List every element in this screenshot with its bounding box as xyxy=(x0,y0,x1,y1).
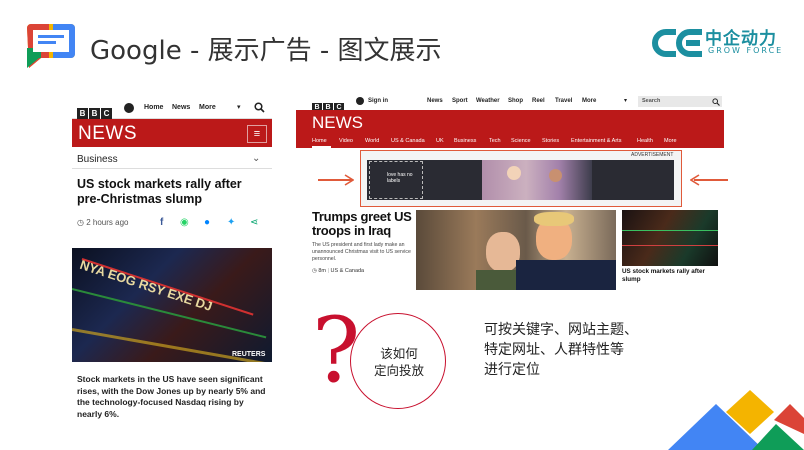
news-banner: NEWS ≡ xyxy=(72,119,272,147)
question-text: 该如何 定向投放 xyxy=(363,345,435,379)
hair xyxy=(534,212,574,226)
question-line: 定向投放 xyxy=(373,363,424,378)
ad-label: ADVERTISEMENT xyxy=(631,152,674,158)
subnav-us-canada[interactable]: US & Canada xyxy=(391,138,425,144)
subnav-health[interactable]: Health xyxy=(637,138,653,144)
clock-icon: ◷ xyxy=(312,268,317,274)
nav-news[interactable]: News xyxy=(427,98,443,104)
question-line: 该如何 xyxy=(380,346,418,361)
subnav-home[interactable]: Home xyxy=(312,138,327,144)
subnav-tech[interactable]: Tech xyxy=(489,138,501,144)
brand-logo-icon xyxy=(652,29,702,57)
twitter-icon[interactable]: ✦ xyxy=(227,217,235,228)
clock-icon: ◷ xyxy=(77,218,84,227)
desktop-news-mockup: BBC Sign in News Sport Weather Shop Reel… xyxy=(296,92,724,292)
ad-text: love has no labels xyxy=(387,172,413,184)
search-icon[interactable] xyxy=(254,102,265,113)
child-face xyxy=(507,166,521,180)
news-wordmark[interactable]: NEWS xyxy=(312,113,363,133)
subnav-science[interactable]: Science xyxy=(511,138,531,144)
subnav-stories[interactable]: Stories xyxy=(542,138,559,144)
facebook-icon[interactable]: f xyxy=(160,217,163,228)
signin-link[interactable]: Sign in xyxy=(368,98,388,104)
nav-sport[interactable]: Sport xyxy=(452,98,468,104)
mobile-nav-more[interactable]: More xyxy=(199,104,216,111)
subnav-uk[interactable]: UK xyxy=(436,138,444,144)
mobile-news-mockup: BBC Home News More ▾ NEWS ≡ Business ⌄ U… xyxy=(72,98,272,428)
person-face xyxy=(486,232,520,272)
photo-credit: REUTERS xyxy=(232,351,266,358)
news-banner: NEWS Home Video World US & Canada UK Bus… xyxy=(296,110,724,148)
nav-weather[interactable]: Weather xyxy=(476,98,500,104)
subnav-more[interactable]: More xyxy=(664,138,677,144)
nav-more[interactable]: More xyxy=(582,98,596,104)
nav-shop[interactable]: Shop xyxy=(508,98,523,104)
whatsapp-icon[interactable]: ◉ xyxy=(180,217,189,228)
subnav-world[interactable]: World xyxy=(365,138,379,144)
targeting-line: 特定网址、人群特性等 xyxy=(484,342,624,358)
divider xyxy=(72,168,272,169)
account-icon[interactable] xyxy=(356,97,364,105)
google-ads-icon xyxy=(27,24,75,68)
search-input[interactable]: Search xyxy=(638,96,722,107)
brand-name-en: GROW FORCE xyxy=(708,46,784,55)
slide-title: Google - 展示广告 - 图文展示 xyxy=(90,36,442,66)
ad-banner[interactable]: love has no labels xyxy=(367,160,674,200)
targeting-description: 可按关键字、网站主题、 特定网址、人群特性等 进行定位 xyxy=(484,320,674,380)
menu-icon[interactable]: ≡ xyxy=(247,125,267,143)
desktop-top-bar: BBC Sign in News Sport Weather Shop Reel… xyxy=(296,92,724,113)
time-label: 2 hours ago xyxy=(86,218,129,227)
targeting-line: 进行定位 xyxy=(484,362,540,378)
top-story-photo[interactable] xyxy=(416,210,616,290)
top-story-meta: ◷ 8m | US & Canada xyxy=(312,268,365,274)
bbc-letter: B xyxy=(77,108,88,119)
stock-ticker-photo: NYA EOG RSY EXE DJ REUTERS xyxy=(72,248,272,362)
arrow-left-icon xyxy=(690,174,700,186)
section-label[interactable]: Business xyxy=(77,154,118,165)
mobile-nav-news[interactable]: News xyxy=(172,104,190,111)
subnav-entertainment[interactable]: Entertainment & Arts xyxy=(571,138,621,144)
search-placeholder: Search xyxy=(642,98,661,104)
top-story-summary: The US president and first lady make an … xyxy=(312,242,411,262)
bbc-letter: C xyxy=(101,108,112,119)
article-headline[interactable]: US stock markets rally after pre-Christm… xyxy=(77,177,267,207)
dropdown-icon[interactable]: ▾ xyxy=(624,97,627,104)
meta-time: 8m xyxy=(318,268,326,274)
uniform xyxy=(476,270,516,290)
child-face xyxy=(549,169,562,182)
targeting-line: 可按关键字、网站主题、 xyxy=(484,322,638,338)
article-body: Stock markets in the US have seen signif… xyxy=(77,374,266,419)
dropdown-icon[interactable]: ▾ xyxy=(237,103,241,111)
search-icon[interactable] xyxy=(712,98,720,106)
ad-photo xyxy=(482,160,592,200)
ad-slot-highlight: ADVERTISEMENT love has no labels xyxy=(360,150,682,207)
meta-section[interactable]: US & Canada xyxy=(330,268,364,274)
side-story-caption[interactable]: US stock markets rally after slump xyxy=(622,268,722,284)
news-wordmark[interactable]: NEWS xyxy=(78,123,137,145)
active-tab-indicator xyxy=(312,146,331,148)
suit xyxy=(516,260,616,290)
chevron-down-icon[interactable]: ⌄ xyxy=(252,153,260,164)
messenger-icon[interactable]: ● xyxy=(204,217,210,228)
top-story-headline[interactable]: Trumps greet US troops in Iraq xyxy=(312,210,412,238)
share-icon[interactable]: ⋖ xyxy=(250,217,258,228)
side-story-photo[interactable] xyxy=(622,210,718,266)
subnav-video[interactable]: Video xyxy=(339,138,353,144)
mobile-nav-home[interactable]: Home xyxy=(144,104,163,111)
nav-travel[interactable]: Travel xyxy=(555,98,572,104)
account-icon[interactable] xyxy=(124,103,134,113)
arrow-right-icon xyxy=(344,174,354,186)
subnav-business[interactable]: Business xyxy=(454,138,476,144)
nav-reel[interactable]: Reel xyxy=(532,98,545,104)
corner-decoration-icon xyxy=(668,390,804,450)
bbc-letter: B xyxy=(89,108,100,119)
article-time: ◷ 2 hours ago xyxy=(77,218,128,227)
mobile-top-bar: BBC Home News More ▾ xyxy=(72,98,272,119)
